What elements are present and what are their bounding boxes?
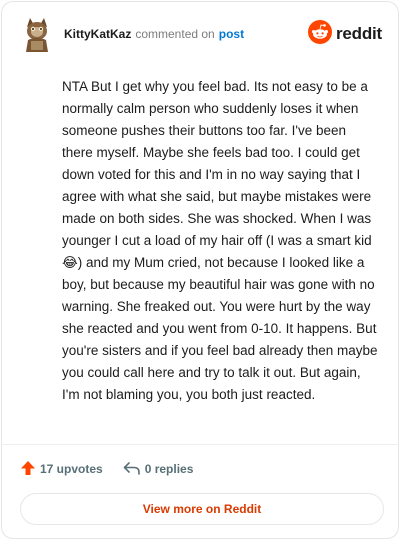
post-link[interactable]: post (219, 27, 244, 41)
upvote-arrow-icon[interactable] (20, 460, 36, 479)
reddit-logo-icon (307, 19, 332, 49)
reddit-brand[interactable]: reddit (307, 19, 382, 49)
action-text: commented on (135, 27, 215, 41)
view-more-button[interactable]: View more on Reddit (20, 493, 384, 525)
upvote-group[interactable]: 17 upvotes (20, 460, 103, 479)
comment-body: NTA But I get why you feel bad. Its not … (62, 79, 378, 402)
user-avatar[interactable] (22, 16, 52, 52)
reddit-wordmark: reddit (335, 24, 382, 43)
comment-header: KittyKatKaz commented on post reddit (22, 16, 382, 52)
reply-group[interactable]: 0 replies (123, 460, 194, 479)
divider (2, 444, 398, 445)
comment-card: KittyKatKaz commented on post reddit NTA B… (1, 1, 399, 539)
reply-arrow-icon[interactable] (123, 460, 141, 479)
comment-footer: 17 upvotes 0 replies (20, 458, 193, 480)
reply-count: 0 replies (144, 462, 194, 476)
comment-meta: KittyKatKaz commented on post (64, 26, 244, 42)
username[interactable]: KittyKatKaz (64, 27, 131, 41)
upvote-count: 17 upvotes (40, 462, 103, 476)
